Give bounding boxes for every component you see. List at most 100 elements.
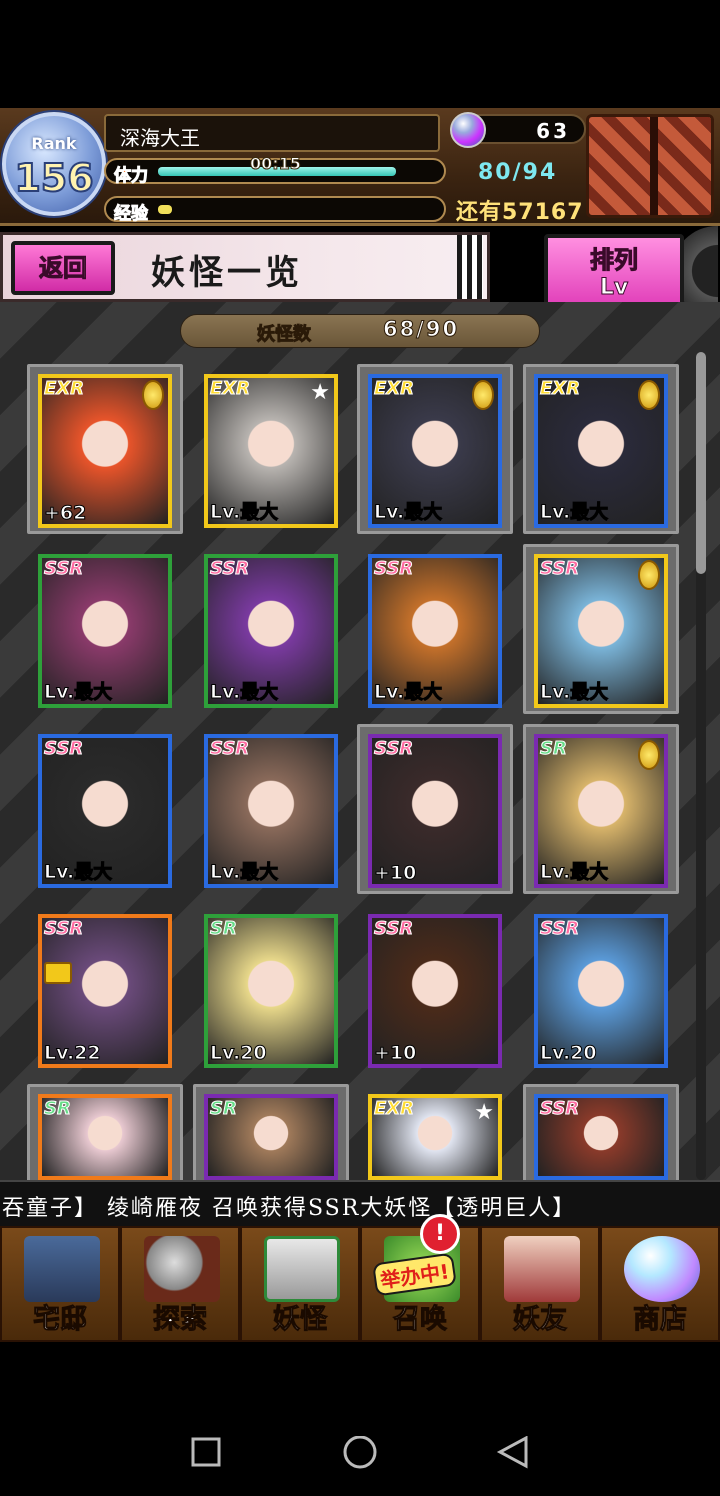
card-level: Lv.最大 [209, 861, 279, 884]
rarity-badge: SSR [539, 1098, 580, 1120]
page-title: 妖怪一览 [151, 253, 303, 293]
card-level: Lv.最大 [539, 861, 609, 884]
rarity-badge: SSR [43, 558, 84, 580]
rarity-badge: SSR [209, 738, 250, 760]
home-icon[interactable] [342, 1436, 378, 1472]
status-bar [0, 0, 720, 108]
nav-summon-label: 召唤 [393, 1304, 448, 1336]
title-stripe-decoration [457, 235, 483, 299]
rarity-badge: SSR [539, 918, 580, 940]
gold-medal-icon [638, 560, 660, 590]
yokai-count-label: 妖怪数 [257, 324, 312, 346]
back-icon[interactable] [496, 1436, 530, 1470]
card-level: Lv.最大 [209, 681, 279, 704]
rarity-badge: SSR [373, 918, 414, 940]
nav-yokai-label: 妖怪 [273, 1304, 328, 1336]
stamina-timer: 00:15 [250, 154, 302, 174]
card-level: Lv.最大 [373, 681, 443, 704]
treasure-chest-icon[interactable] [586, 114, 714, 218]
yokai-card[interactable]: SSR Lv.最大 [38, 734, 172, 888]
rarity-badge: EXR [539, 378, 581, 400]
yokai-card[interactable]: SR [38, 1094, 172, 1180]
mansion-icon [24, 1236, 100, 1302]
card-level: Lv.22 [44, 1042, 102, 1065]
rarity-badge: SR [44, 1098, 72, 1120]
yokai-card[interactable]: SSR [534, 1094, 668, 1180]
nav-yokai[interactable]: 妖怪 [240, 1226, 360, 1342]
system-nav-bar [0, 1342, 720, 1496]
announcement-ticker: 吞童子】 绫崎雁夜 召唤获得SSR大妖怪【透明巨人】 [0, 1180, 720, 1226]
player-header: Rank 156 深海大王 体力 00:15 经验 63 80/94 还有571… [0, 108, 720, 226]
exp-bar: 经验 [104, 196, 446, 225]
exp-label: 经验 [114, 204, 149, 225]
yokai-card[interactable]: SR Lv.最大 [534, 734, 668, 888]
nav-shop-label: 商店 [633, 1304, 688, 1336]
card-level: +10 [373, 862, 417, 885]
stamina-label: 体力 [114, 166, 149, 187]
rarity-badge: SR [210, 918, 238, 940]
rarity-badge: EXR [373, 1098, 415, 1120]
nav-summon[interactable]: 举办中! ! 召唤 [360, 1214, 480, 1342]
yokai-card[interactable]: SR [204, 1094, 338, 1180]
card-level: +62 [43, 502, 87, 525]
scrollbar[interactable] [696, 352, 706, 1180]
card-level: Lv.20 [540, 1042, 598, 1065]
card-level: Lv.最大 [209, 501, 279, 524]
rarity-badge: SSR [43, 918, 84, 940]
yokai-card[interactable]: EXR Lv.最大 [534, 374, 668, 528]
rarity-badge: SR [210, 1098, 238, 1120]
rarity-badge: SSR [539, 558, 580, 580]
rank-badge[interactable]: Rank 156 [2, 112, 106, 216]
yokai-card[interactable]: SR Lv.20 [204, 914, 338, 1068]
sort-label: 排列 [590, 246, 639, 275]
yokai-card[interactable]: SSR Lv.22 [38, 914, 172, 1068]
card-level: Lv.20 [210, 1042, 268, 1065]
rarity-badge: EXR [373, 378, 415, 400]
card-level: Lv.最大 [539, 681, 609, 704]
gold-medal-icon [638, 380, 660, 410]
back-button[interactable]: 返回 [11, 241, 115, 295]
gem-count: 63 [536, 119, 570, 143]
recent-apps-icon[interactable] [190, 1436, 222, 1468]
yokai-card[interactable]: SSR +10 [368, 914, 502, 1068]
yokai-card[interactable]: EXR ★ [368, 1094, 502, 1180]
title-bar: 返回 妖怪一览 [0, 232, 490, 302]
yokai-card[interactable]: SSR +10 [368, 734, 502, 888]
ticker-text: 吞童子】 绫崎雁夜 召唤获得SSR大妖怪【透明巨人】 [2, 1196, 577, 1221]
yokai-card[interactable]: SSR Lv.最大 [204, 554, 338, 708]
yokai-card[interactable]: SSR Lv.最大 [368, 554, 502, 708]
scrollbar-thumb[interactable] [696, 352, 706, 574]
nav-explore[interactable]: 探索 [120, 1226, 240, 1342]
yokai-card[interactable]: EXR ★ Lv.最大 [204, 374, 338, 528]
nav-home-label: 宅邸 [33, 1304, 88, 1336]
yokai-card[interactable]: SSR Lv.20 [534, 914, 668, 1068]
nav-shop[interactable]: 商店 [600, 1226, 720, 1342]
yokai-card[interactable]: SSR Lv.最大 [204, 734, 338, 888]
rarity-badge: SSR [43, 738, 84, 760]
yokai-card[interactable]: SSR Lv.最大 [534, 554, 668, 708]
yokai-count-value: 68/90 [382, 317, 460, 342]
rarity-badge: SSR [373, 558, 414, 580]
alert-badge: ! [420, 1214, 460, 1254]
sort-button[interactable]: 排列 Lv [544, 234, 684, 312]
yokai-card[interactable]: SSR Lv.最大 [38, 554, 172, 708]
lock-icon [44, 962, 72, 984]
remaining-count: 还有57167 [456, 200, 584, 225]
rarity-badge: SSR [209, 558, 250, 580]
gem-counter[interactable]: 63 [450, 112, 586, 148]
stamina-value: 80/94 [478, 160, 558, 185]
rank-number: 156 [13, 155, 94, 201]
friend-avatar-icon [504, 1236, 580, 1302]
nav-home[interactable]: 宅邸 [0, 1226, 120, 1342]
rarity-badge: SSR [373, 738, 414, 760]
yokai-card[interactable]: EXR Lv.最大 [368, 374, 502, 528]
yokai-card[interactable]: EXR +62 [38, 374, 172, 528]
nav-friends[interactable]: 妖友 [480, 1226, 600, 1342]
scroll-icon [264, 1236, 340, 1302]
nav-friends-label: 妖友 [513, 1304, 568, 1336]
gold-medal-icon [472, 380, 494, 410]
magnifier-icon [144, 1236, 220, 1302]
card-level: +10 [373, 1042, 417, 1065]
gold-medal-icon [638, 740, 660, 770]
rank-label: Rank [31, 134, 77, 153]
